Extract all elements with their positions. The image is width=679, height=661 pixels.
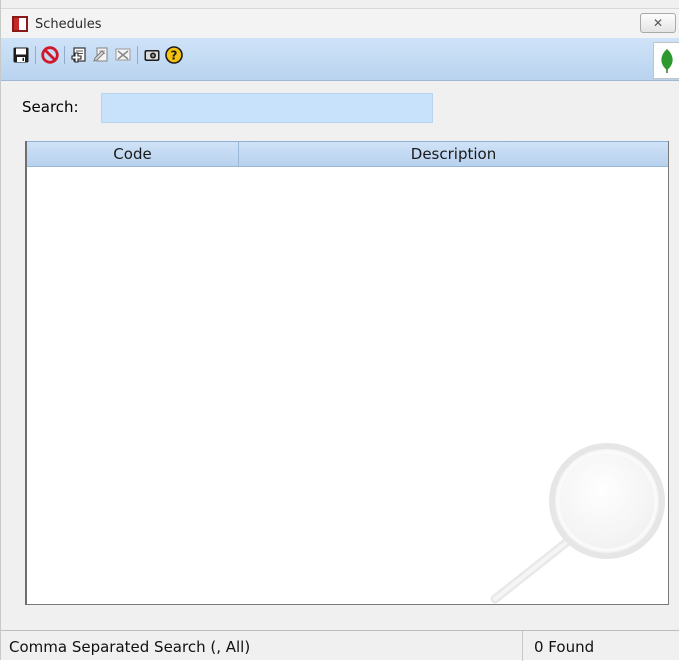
app-window-icon [12,16,28,32]
camera-icon [144,50,160,61]
toolbar-separator [137,46,138,64]
delete-record-button[interactable] [112,44,134,66]
search-input[interactable] [101,93,433,123]
toolbar-separator [64,46,65,64]
delete-record-icon [115,48,131,61]
add-record-button[interactable] [68,44,90,66]
schedules-grid[interactable]: Code Description [25,141,669,605]
toolbar-separator [35,46,36,64]
camera-button[interactable] [141,44,163,66]
toolbar: ? [1,38,679,81]
cancel-button[interactable] [39,44,61,66]
column-header-code[interactable]: Code [27,142,239,166]
help-button[interactable]: ? [163,44,185,66]
column-header-description[interactable]: Description [239,142,668,166]
status-found-count: 0 Found [534,638,595,656]
leaf-icon [660,48,673,73]
title-bar[interactable]: Schedules ✕ [1,8,679,38]
cancel-icon [41,46,59,64]
edit-record-button[interactable] [90,44,112,66]
save-button[interactable] [10,44,32,66]
schedules-window: Schedules ✕ ? Search: Code Description C… [0,0,679,661]
status-search-hint: Comma Separated Search (, All) [9,638,251,656]
edit-record-icon [93,47,108,62]
app-logo [653,42,679,79]
toolbar-buttons: ? [10,44,185,66]
close-button[interactable]: ✕ [640,13,676,33]
help-icon: ? [165,46,183,64]
save-icon [13,47,29,63]
search-label: Search: [22,98,79,116]
window-title: Schedules [35,17,102,32]
status-divider [522,631,523,661]
status-bar: Comma Separated Search (, All) 0 Found [1,630,679,661]
grid-body[interactable] [27,167,668,604]
add-record-icon [71,47,86,63]
magnifier-icon [490,443,665,604]
grid-header: Code Description [27,141,668,167]
svg-text:?: ? [171,49,178,63]
